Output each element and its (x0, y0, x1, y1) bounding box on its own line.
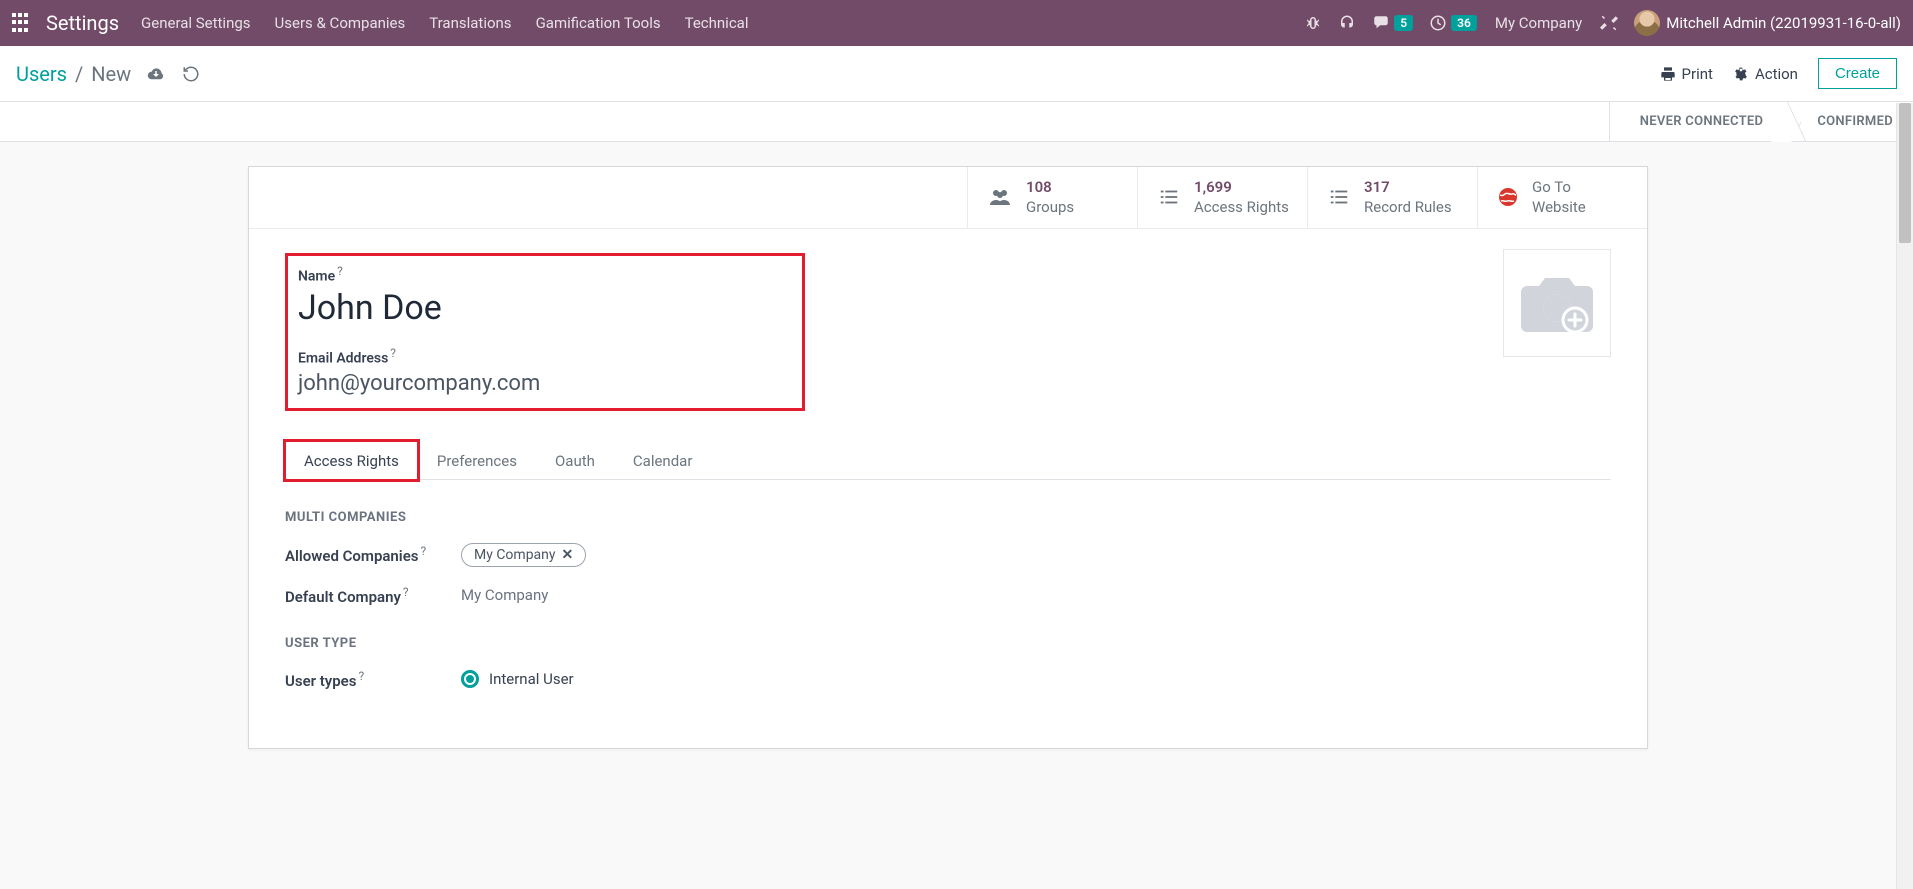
save-icon[interactable] (145, 65, 167, 83)
user-types-label: User types? (285, 669, 461, 690)
help-icon[interactable]: ? (390, 346, 396, 360)
email-input[interactable]: john@yourcompany.com (298, 371, 792, 396)
radio-internal-user-label: Internal User (489, 670, 574, 688)
messages-icon[interactable]: 5 (1372, 14, 1413, 32)
remove-tag-icon[interactable]: ✕ (562, 547, 574, 563)
stat-groups-label: Groups (1026, 197, 1074, 217)
app-title: Settings (46, 11, 119, 35)
name-caption: Name? (298, 264, 792, 285)
scrollbar-thumb[interactable] (1899, 103, 1911, 243)
stat-rights-count: 1,699 (1194, 177, 1289, 197)
breadcrumb-users[interactable]: Users (16, 62, 67, 86)
company-switcher[interactable]: My Company (1495, 14, 1582, 32)
globe-icon (1496, 185, 1520, 209)
company-tag-label: My Company (474, 547, 556, 563)
support-icon[interactable] (1338, 14, 1356, 32)
statusbar: NEVER CONNECTED CONFIRMED (0, 102, 1913, 142)
discard-icon[interactable] (181, 65, 201, 83)
stat-groups-count: 108 (1026, 177, 1074, 197)
bug-icon[interactable] (1304, 14, 1322, 32)
form-sheet: 108 Groups 1,699 Access Rights 317 (248, 166, 1648, 749)
messages-badge: 5 (1394, 15, 1413, 31)
stat-rules-count: 317 (1364, 177, 1452, 197)
menu-users-companies[interactable]: Users & Companies (275, 14, 406, 32)
email-caption: Email Address? (298, 346, 792, 367)
name-email-highlight: Name? John Doe Email Address? john@yourc… (285, 253, 805, 411)
activities-icon[interactable]: 36 (1429, 14, 1477, 32)
notebook: Access Rights Preferences Oauth Calendar… (249, 419, 1647, 748)
section-multi-companies: MULTI COMPANIES (285, 510, 1611, 525)
radio-internal-user[interactable] (461, 670, 479, 688)
activities-badge: 36 (1451, 15, 1477, 31)
help-icon[interactable]: ? (358, 669, 364, 683)
breadcrumb-current: New (91, 62, 131, 86)
avatar[interactable] (1634, 10, 1660, 36)
stat-website-line1: Go To (1532, 177, 1586, 197)
tab-calendar[interactable]: Calendar (614, 441, 712, 480)
status-never-connected[interactable]: NEVER CONNECTED (1610, 102, 1788, 141)
groups-icon (986, 185, 1014, 209)
menu-technical[interactable]: Technical (685, 14, 749, 32)
title-area: Name? John Doe Email Address? john@yourc… (249, 229, 1647, 419)
action-button[interactable]: Action (1733, 65, 1798, 83)
section-user-type: USER TYPE (285, 636, 1611, 651)
scrollbar[interactable] (1896, 103, 1913, 889)
company-tag: My Company ✕ (461, 543, 586, 567)
stat-groups[interactable]: 108 Groups (967, 167, 1137, 228)
tab-access-rights[interactable]: Access Rights (285, 441, 418, 480)
stat-goto-website[interactable]: Go To Website (1477, 167, 1647, 228)
stat-rules-label: Record Rules (1364, 197, 1452, 217)
breadcrumb-separator: / (75, 62, 83, 86)
action-label: Action (1755, 65, 1798, 83)
menu-gamification[interactable]: Gamification Tools (536, 14, 661, 32)
tabs: Access Rights Preferences Oauth Calendar (285, 441, 1611, 480)
list-icon (1326, 186, 1352, 208)
stat-record-rules[interactable]: 317 Record Rules (1307, 167, 1477, 228)
allowed-companies-label: Allowed Companies? (285, 544, 461, 565)
create-button[interactable]: Create (1818, 58, 1897, 89)
tab-content: MULTI COMPANIES Allowed Companies? My Co… (285, 480, 1611, 748)
help-icon[interactable]: ? (337, 264, 343, 278)
top-nav: Settings General Settings Users & Compan… (0, 0, 1913, 46)
menu-translations[interactable]: Translations (429, 14, 511, 32)
username[interactable]: Mitchell Admin (22019931-16-0-all) (1666, 14, 1901, 32)
help-icon[interactable]: ? (403, 585, 409, 599)
apps-icon[interactable] (12, 13, 32, 33)
allowed-companies-field[interactable]: My Company ✕ (461, 543, 586, 567)
name-input[interactable]: John Doe (298, 288, 792, 328)
user-types-field[interactable]: Internal User (461, 670, 574, 688)
default-company-field[interactable]: My Company (461, 586, 548, 604)
print-label: Print (1682, 65, 1713, 83)
list-icon (1156, 186, 1182, 208)
tab-preferences[interactable]: Preferences (418, 441, 536, 480)
tab-oauth[interactable]: Oauth (536, 441, 614, 480)
control-panel: Users / New Print Action Create (0, 46, 1913, 102)
menu-general-settings[interactable]: General Settings (141, 14, 251, 32)
default-company-label: Default Company? (285, 585, 461, 606)
tools-icon[interactable] (1600, 14, 1618, 32)
button-box: 108 Groups 1,699 Access Rights 317 (249, 167, 1647, 229)
breadcrumb: Users / New (16, 62, 131, 86)
stat-rights-label: Access Rights (1194, 197, 1289, 217)
help-icon[interactable]: ? (421, 544, 427, 558)
stat-website-line2: Website (1532, 197, 1586, 217)
stat-access-rights[interactable]: 1,699 Access Rights (1137, 167, 1307, 228)
avatar-upload[interactable] (1503, 249, 1611, 357)
print-button[interactable]: Print (1660, 65, 1713, 83)
status-confirmed[interactable]: CONFIRMED (1787, 102, 1913, 141)
